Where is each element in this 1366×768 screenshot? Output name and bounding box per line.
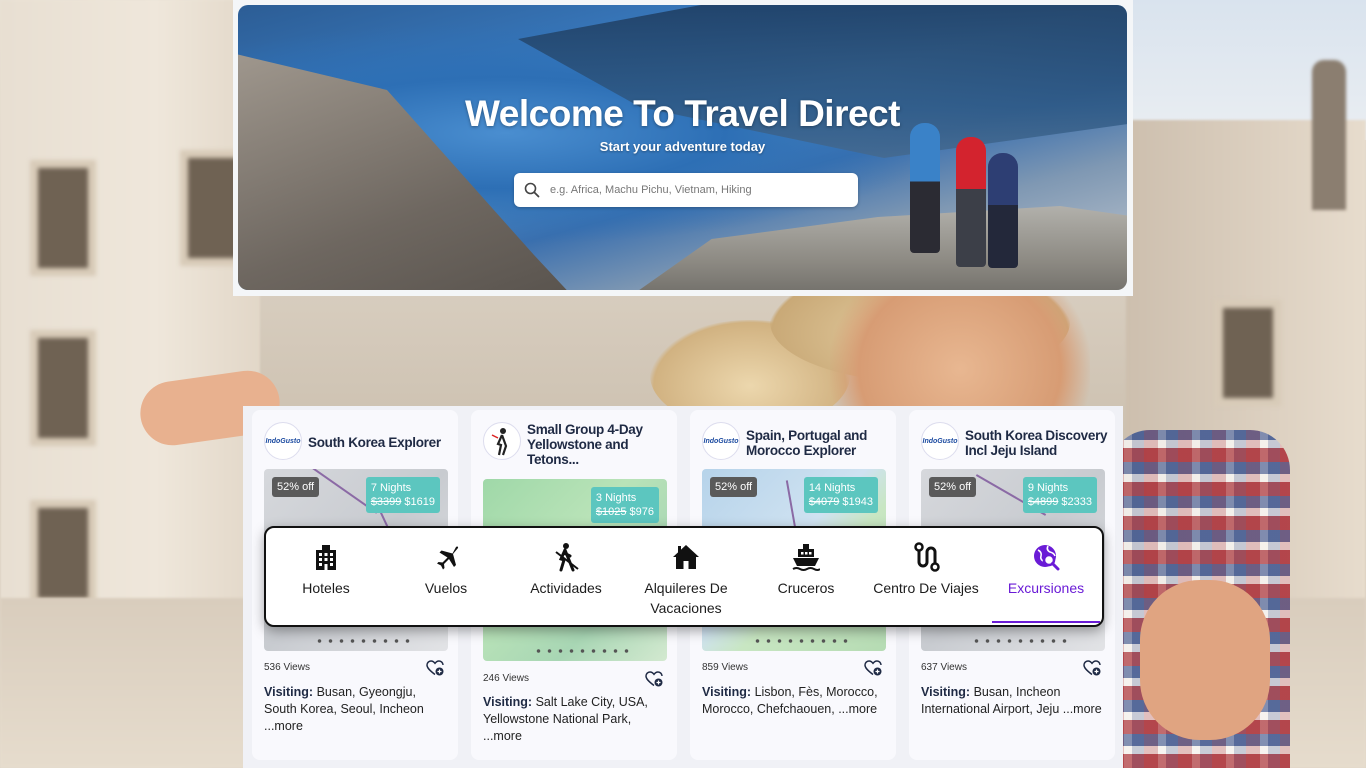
visiting-text: Visiting: Busan, Incheon International A… xyxy=(921,684,1105,718)
nav-item-actividades[interactable]: Actividades xyxy=(506,528,626,625)
carousel-dots[interactable] xyxy=(533,649,633,653)
visiting-text: Visiting: Busan, Gyeongju, South Korea, … xyxy=(264,684,448,735)
hero-hiker xyxy=(956,137,986,267)
background-thumbs-up-hand xyxy=(1140,580,1270,740)
background-window xyxy=(30,160,96,276)
nights-price-badge: 7 Nights $3399 $1619 xyxy=(365,477,440,513)
operator-logo: IndoGusto xyxy=(702,422,740,460)
nights-label: 7 Nights xyxy=(370,482,412,494)
category-nav: Hoteles Vuelos Actividades Alquileres De… xyxy=(264,526,1104,627)
visiting-label: Visiting: xyxy=(483,695,533,709)
tour-title[interactable]: Spain, Portugal and Morocco Explorer xyxy=(746,428,892,458)
old-price: $4079 xyxy=(808,496,840,508)
views-count: 246 Views xyxy=(483,673,529,684)
discount-badge: 52% off xyxy=(710,477,758,497)
nav-item-centro-de-viajes[interactable]: Centro De Viajes xyxy=(866,528,986,625)
more-link[interactable]: ...more xyxy=(264,719,303,733)
hero-subtitle: Start your adventure today xyxy=(599,139,766,154)
visiting-text: Visiting: Lisbon, Fès, Morocco, Morocco,… xyxy=(702,684,886,718)
price: $1619 xyxy=(404,496,435,508)
nav-item-cruceros[interactable]: Cruceros xyxy=(746,528,866,625)
nav-label: Alquileres De Vacaciones xyxy=(644,580,728,616)
visiting-label: Visiting: xyxy=(264,685,314,699)
house-icon xyxy=(673,545,699,569)
nights-label: 9 Nights xyxy=(1027,482,1069,494)
operator-logo: IndoGusto xyxy=(921,422,959,460)
wishlist-heart-icon[interactable] xyxy=(1083,660,1101,676)
background-window xyxy=(30,330,96,446)
nav-label: Centro De Viajes xyxy=(873,580,979,596)
tour-title[interactable]: Small Group 4-Day Yellowstone and Tetons… xyxy=(527,422,673,467)
nav-item-excursiones[interactable]: Excursiones xyxy=(986,528,1106,625)
more-link[interactable]: ...more xyxy=(838,702,877,716)
search-input[interactable] xyxy=(548,183,842,197)
wishlist-heart-icon[interactable] xyxy=(426,660,444,676)
nav-label: Actividades xyxy=(530,580,602,596)
background-window xyxy=(30,500,96,606)
globe-search-icon xyxy=(1034,545,1060,571)
nav-item-alquileres[interactable]: Alquileres De Vacaciones xyxy=(626,528,746,625)
search-icon xyxy=(524,182,540,198)
price: $2333 xyxy=(1061,496,1092,508)
tour-title[interactable]: South Korea Discovery Incl Jeju Island xyxy=(965,428,1111,458)
nights-price-badge: 3 Nights $1025 $976 xyxy=(590,487,659,523)
carousel-dots[interactable] xyxy=(971,639,1071,643)
nav-item-vuelos[interactable]: Vuelos xyxy=(386,528,506,625)
nights-label: 14 Nights xyxy=(808,482,856,494)
discount-badge: 52% off xyxy=(929,477,977,497)
nav-label: Vuelos xyxy=(424,580,468,596)
discount-badge: 52% off xyxy=(272,477,320,497)
hero-cliff xyxy=(238,45,618,290)
ship-icon xyxy=(792,544,820,571)
nights-label: 3 Nights xyxy=(595,492,637,504)
building-icon xyxy=(316,545,336,570)
plane-icon xyxy=(437,546,459,570)
wishlist-heart-icon[interactable] xyxy=(864,660,882,676)
price: $976 xyxy=(629,506,654,518)
background-window xyxy=(1215,300,1281,406)
views-count: 637 Views xyxy=(921,662,967,673)
visiting-label: Visiting: xyxy=(921,685,971,699)
price: $1943 xyxy=(842,496,873,508)
hero-hiker xyxy=(988,153,1018,268)
operator-logo-text: IndoGusto xyxy=(265,437,301,445)
old-price: $1025 xyxy=(595,506,627,518)
operator-logo-text: IndoGusto xyxy=(922,437,958,445)
hero-title: Welcome To Travel Direct xyxy=(465,93,900,134)
route-icon xyxy=(914,542,940,572)
visiting-label: Visiting: xyxy=(702,685,752,699)
carousel-dots[interactable] xyxy=(314,639,414,643)
old-price: $4899 xyxy=(1027,496,1059,508)
operator-logo xyxy=(483,422,521,460)
hero-banner: Welcome To Travel Direct Start your adve… xyxy=(233,0,1133,296)
carousel-dots[interactable] xyxy=(752,639,852,643)
nav-item-hoteles[interactable]: Hoteles xyxy=(266,528,386,625)
visiting-text: Visiting: Salt Lake City, USA, Yellowsto… xyxy=(483,694,667,745)
background-tower xyxy=(1312,60,1346,210)
operator-logo: IndoGusto xyxy=(264,422,302,460)
more-link[interactable]: ...more xyxy=(483,729,522,743)
nav-label: Cruceros xyxy=(777,580,835,596)
search-box[interactable] xyxy=(514,173,858,207)
tour-title[interactable]: South Korea Explorer xyxy=(308,435,454,450)
views-count: 859 Views xyxy=(702,662,748,673)
active-tab-underline xyxy=(992,621,1100,623)
old-price: $3399 xyxy=(370,496,402,508)
hero-image: Welcome To Travel Direct Start your adve… xyxy=(238,5,1127,290)
hero-rock-ledge xyxy=(618,206,1127,290)
nights-price-badge: 9 Nights $4899 $2333 xyxy=(1022,477,1097,513)
nights-price-badge: 14 Nights $4079 $1943 xyxy=(803,477,878,513)
operator-logo-text: IndoGusto xyxy=(703,437,739,445)
hiker-logo-icon xyxy=(491,428,508,456)
views-count: 536 Views xyxy=(264,662,310,673)
nav-label: Excursiones xyxy=(1007,580,1085,596)
more-link[interactable]: ...more xyxy=(1063,702,1102,716)
nav-label: Hoteles xyxy=(302,580,350,596)
wishlist-heart-icon[interactable] xyxy=(645,671,663,687)
hiker-icon xyxy=(555,543,579,572)
